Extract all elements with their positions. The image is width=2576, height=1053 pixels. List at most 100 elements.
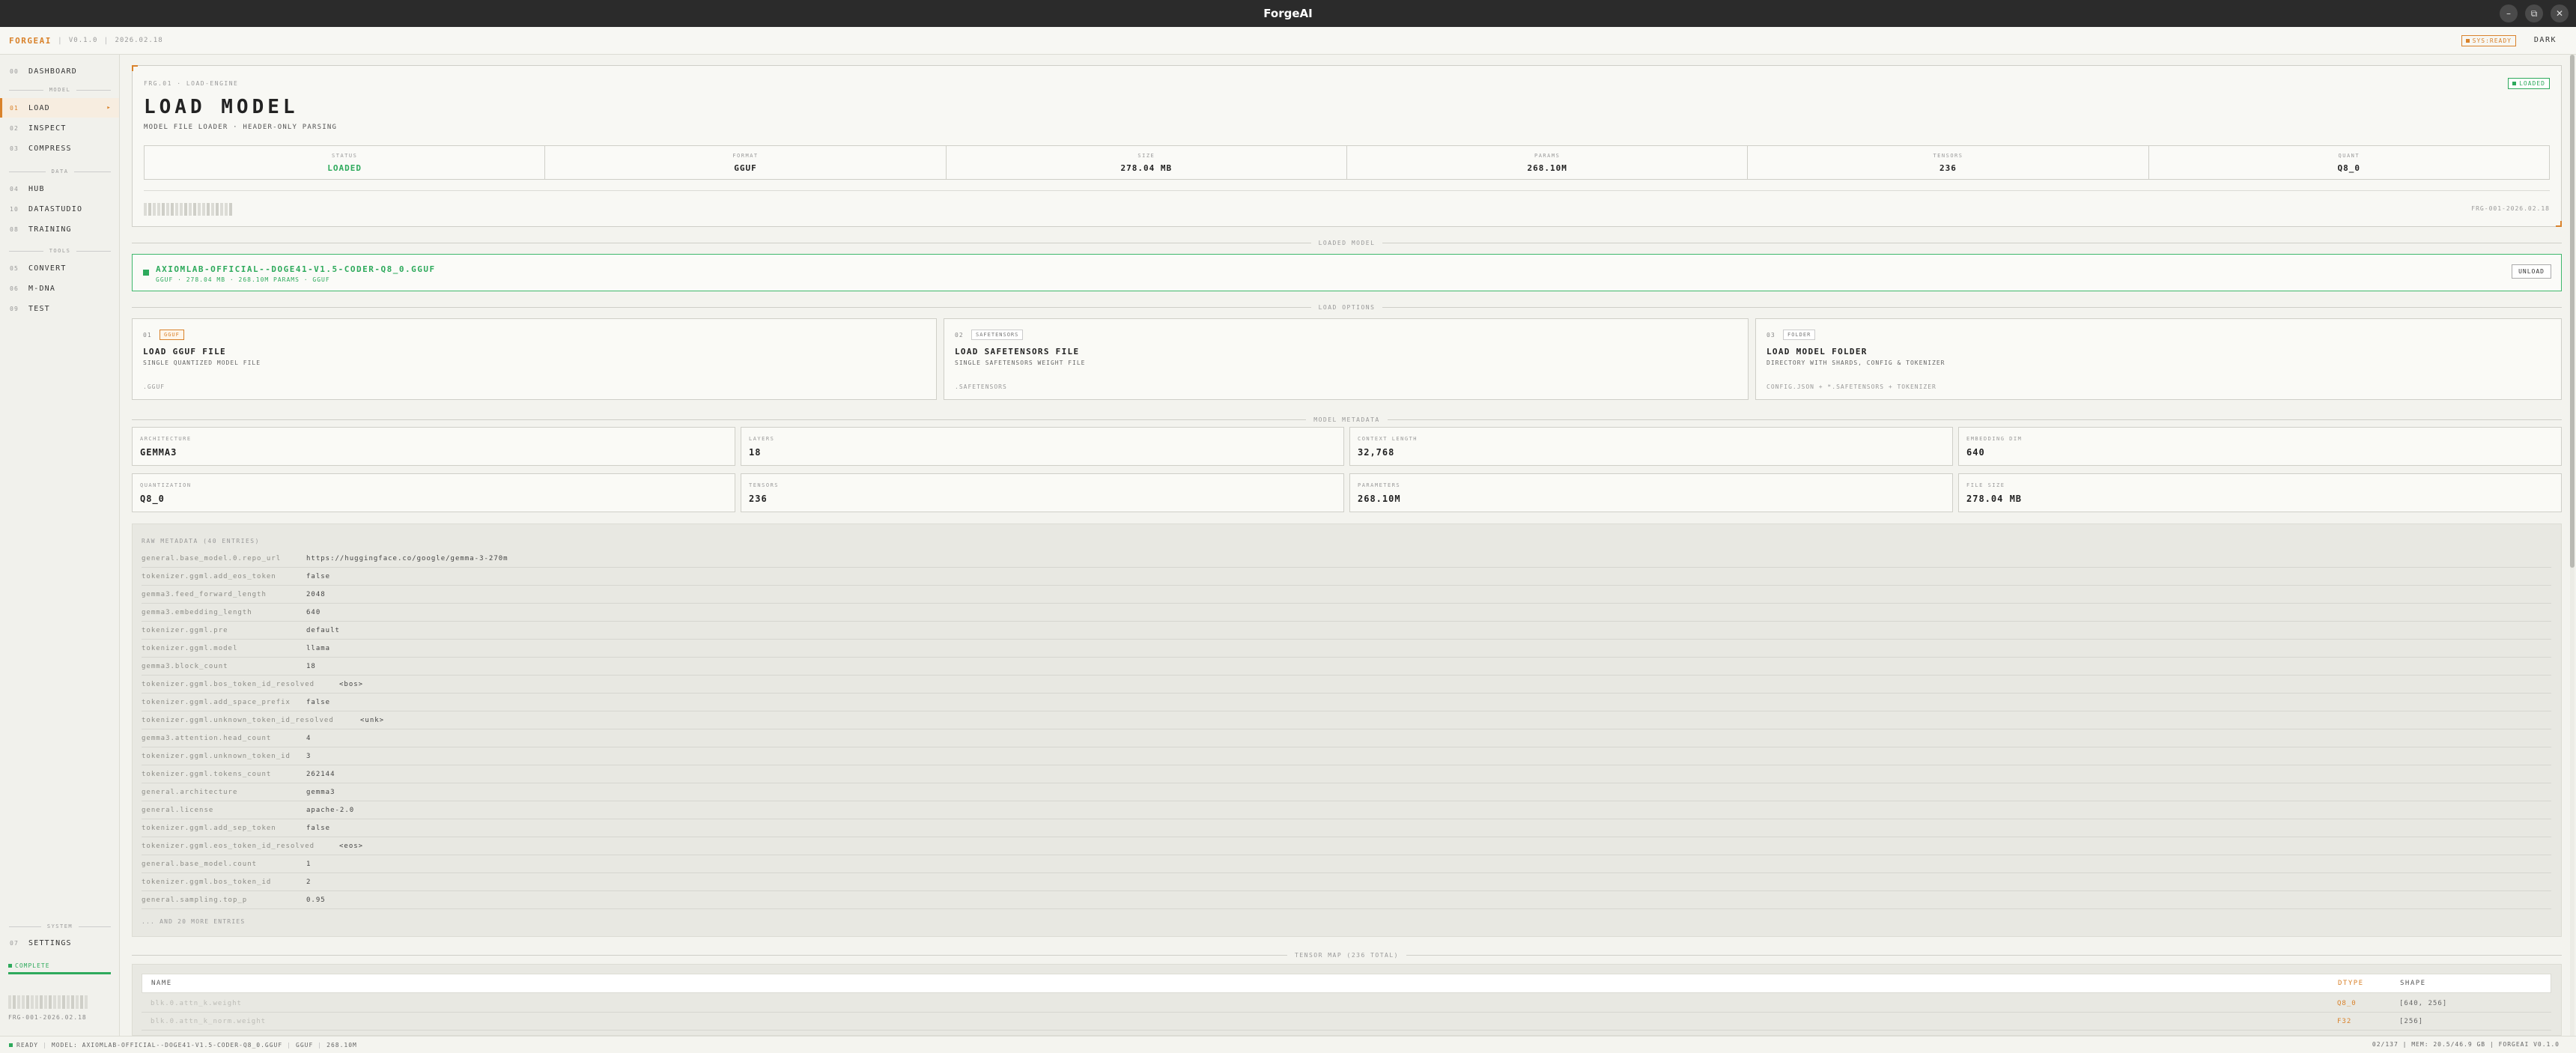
nav-number: 04 (10, 185, 19, 192)
raw-metadata-value: 4 (306, 734, 312, 742)
corner-mark (132, 65, 138, 71)
unload-button[interactable]: UNLOAD (2512, 264, 2551, 279)
option-extension: .SAFETENSORS (955, 383, 1007, 390)
sidebar-item-compress[interactable]: 03 COMPRESS (0, 139, 119, 158)
metadata-label: CONTEXT LENGTH (1358, 436, 1418, 442)
nav-label: TEST (28, 304, 50, 313)
nav-number: 01 (10, 104, 19, 112)
sidebar-item-convert[interactable]: 05 CONVERT (0, 258, 119, 278)
raw-metadata-key: tokenizer.ggml.add_sep_token (142, 824, 276, 832)
metadata-value: Q8_0 (140, 494, 165, 504)
sidebar-item-m-dna[interactable]: 06 M-DNA (0, 279, 119, 298)
sidebar-status: COMPLETE (8, 962, 50, 969)
tensor-name: blk.0.attn_k_norm.weight (151, 1017, 267, 1025)
tensor-name: blk.0.attn_k.weight (151, 999, 242, 1007)
sidebar-progress-bar (8, 972, 111, 974)
metadata-label: ARCHITECTURE (140, 436, 192, 442)
option-tag: GGUF (160, 330, 184, 340)
raw-metadata-row: tokenizer.ggml.bos_token_id_resolved <bos… (142, 676, 2551, 694)
divider: | (287, 1041, 292, 1049)
theme-toggle-button[interactable]: DARK (2534, 36, 2557, 44)
tensor-shape: [640, 256] (2399, 999, 2448, 1007)
raw-metadata-row: gemma3.attention.head_count 4 (142, 729, 2551, 747)
nav-group-system: SYSTEM (9, 923, 112, 929)
metadata-value: 640 (1966, 447, 1985, 458)
raw-metadata-row: general.base_model.count 1 (142, 855, 2551, 873)
sidebar-item-settings[interactable]: 07 SETTINGS (0, 933, 119, 953)
raw-metadata-row: general.license apache-2.0 (142, 801, 2551, 819)
metadata-label: QUANTIZATION (140, 482, 192, 488)
nav-label: TRAINING (28, 225, 72, 234)
status-bar: READY | MODEL: AXIOMLAB-OFFICIAL--DOGE41… (0, 1036, 2576, 1053)
loaded-model-card: AXIOMLAB-OFFICIAL--DOGE41-V1.5-CODER-Q8_… (132, 254, 2562, 291)
column-header-dtype[interactable]: DTYPE (2338, 980, 2364, 987)
raw-metadata-value: 18 (306, 662, 316, 670)
raw-metadata-value: apache-2.0 (306, 806, 355, 814)
panel-kicker: FRG.01 · LOAD-ENGINE (144, 80, 239, 87)
raw-metadata-value: 1 (306, 860, 312, 868)
metadata-value: 278.04 MB (1966, 494, 2023, 504)
nav-number: 10 (10, 205, 19, 213)
stat-value: 268.10M (1527, 163, 1567, 173)
raw-more-entries[interactable]: ... AND 20 MORE ENTRIES (142, 918, 245, 925)
nav-group-label: MODEL (49, 87, 71, 93)
option-title: LOAD GGUF FILE (143, 347, 226, 356)
sidebar-item-dashboard[interactable]: 00 DASHBOARD (0, 61, 119, 81)
group-rule (79, 926, 112, 927)
raw-metadata-value: gemma3 (306, 788, 335, 796)
nav-number: 09 (10, 305, 19, 312)
table-row[interactable]: blk.0.attn_k.weight Q8_0 [640, 256] (142, 995, 2551, 1013)
divider: | (318, 1041, 323, 1049)
brand-logo[interactable]: FORGEAI (9, 36, 52, 46)
nav-label: DATASTUDIO (28, 204, 83, 213)
raw-metadata-key: tokenizer.ggml.tokens_count (142, 770, 272, 778)
raw-metadata-key: general.base_model.0.repo_url (142, 554, 282, 562)
raw-metadata-row: tokenizer.ggml.tokens_count 262144 (142, 765, 2551, 783)
table-row[interactable]: blk.0.attn_k_norm.weight F32 [256] (142, 1013, 2551, 1031)
scrollbar-thumb[interactable] (2570, 55, 2575, 568)
stat-tensors: TENSORS 236 (1748, 146, 2149, 179)
status-model: MODEL: AXIOMLAB-OFFICIAL--DOGE41-V1.5-CO… (51, 1041, 283, 1049)
load-gguf-option[interactable]: 01 GGUF LOAD GGUF FILE SINGLE QUANTIZED … (132, 318, 937, 400)
raw-metadata-row: tokenizer.ggml.bos_token_id 2 (142, 873, 2551, 891)
maximize-icon[interactable]: ⧉ (2525, 4, 2543, 22)
sidebar-item-load[interactable]: 01 LOAD ▸ (0, 98, 119, 118)
nav-group-model: MODEL (9, 87, 112, 93)
load-safetensors-option[interactable]: 02 SAFETENSORS LOAD SAFETENSORS FILE SIN… (944, 318, 1749, 400)
sidebar-item-training[interactable]: 08 TRAINING (0, 219, 119, 239)
nav-number: 07 (10, 939, 19, 947)
stat-value: GGUF (734, 163, 757, 173)
sidebar-item-inspect[interactable]: 02 INSPECT (0, 118, 119, 138)
stat-label: TENSORS (1933, 152, 1963, 159)
section-rule (1387, 419, 2562, 420)
page-subtitle: MODEL FILE LOADER · HEADER-ONLY PARSING (144, 124, 338, 131)
raw-metadata-row: tokenizer.ggml.model llama (142, 640, 2551, 658)
stat-size: SIZE 278.04 MB (947, 146, 1347, 179)
stat-status: STATUS LOADED (145, 146, 546, 179)
metadata-label: TENSORS (749, 482, 780, 488)
minimize-icon[interactable]: – (2500, 4, 2518, 22)
sidebar-item-test[interactable]: 09 TEST (0, 299, 119, 318)
loaded-badge-label: LOADED (2519, 80, 2545, 87)
stats-strip: STATUS LOADED FORMAT GGUF SIZE 278.04 MB… (144, 145, 2550, 180)
section-rule (1382, 307, 2563, 308)
raw-metadata-value: 262144 (306, 770, 335, 778)
stat-value: LOADED (327, 163, 362, 173)
sidebar-status-label: COMPLETE (15, 962, 50, 969)
raw-metadata-value: <unk> (360, 716, 385, 724)
status-ready: READY (16, 1041, 39, 1049)
raw-metadata-key: tokenizer.ggml.bos_token_id_resolved (142, 680, 315, 688)
raw-metadata-row: general.base_model.0.repo_url https://hug… (142, 550, 2551, 568)
sidebar-item-datastudio[interactable]: 10 DATASTUDIO (0, 199, 119, 219)
tensor-dtype: Q8_0 (2337, 999, 2357, 1007)
nav-group-data: DATA (9, 169, 112, 175)
sidebar-item-hub[interactable]: 04 HUB (0, 179, 119, 198)
load-folder-option[interactable]: 03 FOLDER LOAD MODEL FOLDER DIRECTORY WI… (1755, 318, 2562, 400)
stat-value: 236 (1939, 163, 1957, 173)
section-title: MODEL METADATA (1313, 416, 1380, 423)
close-icon[interactable]: ✕ (2551, 4, 2569, 22)
column-header-name[interactable]: NAME (151, 980, 172, 987)
main-scrollbar[interactable] (2570, 55, 2575, 1036)
column-header-shape[interactable]: SHAPE (2400, 980, 2426, 987)
raw-metadata-value: https://huggingface.co/google/gemma-3-27… (306, 554, 508, 562)
